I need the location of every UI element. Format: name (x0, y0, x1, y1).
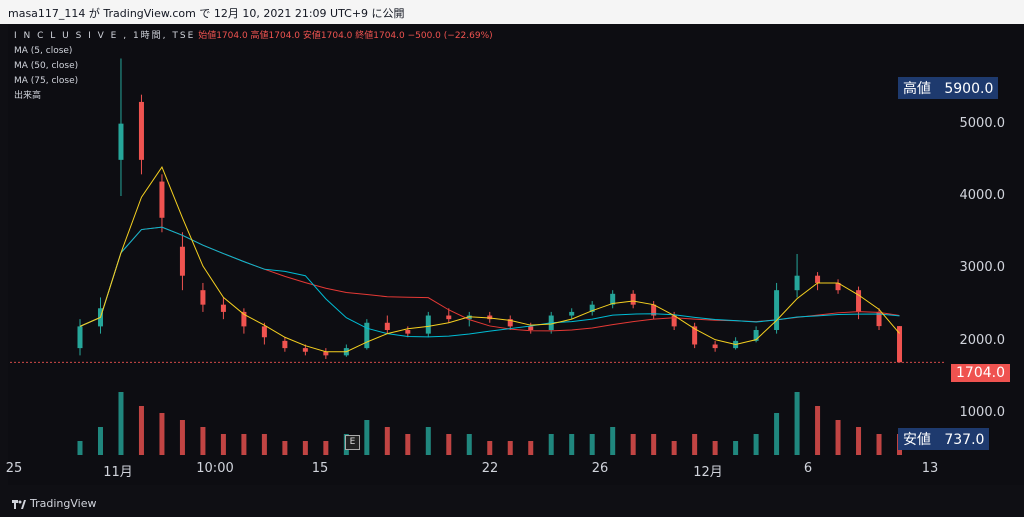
volume-bar (548, 434, 554, 455)
high-price-tag: 高値 5900.0 (898, 77, 999, 99)
high-label: 高値 (903, 81, 931, 97)
candle-body (712, 344, 718, 349)
legend-symbol-row[interactable]: I N C L U S I V E , 1時間, TSE 始値1704.0 高値… (14, 29, 493, 44)
time-label: 13 (921, 461, 939, 476)
volume-bar (692, 434, 698, 455)
volume-bar (200, 427, 206, 455)
candle-body (425, 315, 431, 334)
volume-bar (425, 427, 431, 455)
low-price-tag: 安値 737.0 (898, 428, 990, 450)
time-label: 6 (803, 461, 813, 476)
volume-bar (507, 441, 513, 455)
volume-bar (364, 420, 370, 455)
legend-volume[interactable]: 出来高 (14, 89, 493, 104)
price-tick: 3000.0 (959, 260, 1006, 276)
volume-bar (446, 434, 452, 455)
volume-bar (282, 441, 288, 455)
candle-body (815, 275, 821, 283)
candle-body (200, 290, 206, 305)
high-value: 5900.0 (944, 81, 994, 97)
volume-bar (712, 441, 718, 455)
candle-body (179, 246, 185, 276)
ohlc-values: 始値1704.0 高値1704.0 安値1704.0 終値1704.0 −500… (198, 31, 493, 41)
candle-body (528, 326, 534, 331)
volume-bar (589, 434, 595, 455)
volume-bar (487, 441, 493, 455)
time-label: 10:00 (196, 461, 234, 476)
candle-body (405, 330, 411, 334)
time-label: 25 (5, 461, 23, 476)
volume-bar (261, 434, 267, 455)
legend-ma50[interactable]: MA (50, close) (14, 59, 493, 74)
candle-body (77, 326, 83, 349)
volume-bar (671, 441, 677, 455)
candle-body (302, 348, 308, 352)
volume-bar (138, 406, 144, 455)
time-label: 22 (481, 461, 499, 476)
candle-body (794, 275, 800, 291)
price-tick: 2000.0 (959, 332, 1006, 348)
candle-body (282, 340, 288, 349)
volume-bar (528, 441, 534, 455)
time-label: 26 (591, 461, 609, 476)
candle-body (630, 293, 636, 305)
low-label: 安値 (903, 432, 931, 448)
volume-bar (159, 413, 165, 455)
time-label: 12月 (693, 465, 723, 480)
volume-bar (733, 441, 739, 455)
time-label: 15 (311, 461, 329, 476)
volume-bar (835, 420, 841, 455)
volume-bar (118, 392, 124, 455)
volume-bar (97, 427, 103, 455)
volume-bar (323, 441, 329, 455)
candle-body (364, 322, 370, 349)
logo-text: TradingView (30, 497, 97, 510)
earnings-event-icon[interactable]: E (345, 435, 360, 450)
volume-bar (610, 427, 616, 455)
candle-body (118, 123, 124, 160)
legend-ma5[interactable]: MA (5, close) (14, 44, 493, 59)
volume-bar (220, 434, 226, 455)
candle-body (384, 322, 390, 331)
legend-ma75[interactable]: MA (75, close) (14, 74, 493, 89)
chart-legend: I N C L U S I V E , 1時間, TSE 始値1704.0 高値… (14, 29, 493, 104)
candle-body (569, 311, 575, 316)
volume-bar (384, 427, 390, 455)
candle-body (261, 326, 267, 338)
candle-body (446, 315, 452, 320)
time-label: 11月 (103, 465, 133, 480)
candle-body (323, 351, 329, 356)
volume-bar (856, 427, 862, 455)
volume-bar (302, 441, 308, 455)
tradingview-logo-icon (12, 499, 26, 509)
price-tick: 1000.0 (959, 405, 1006, 421)
volume-bar (794, 392, 800, 455)
last-value: 1704.0 (956, 365, 1005, 381)
volume-bar (179, 420, 185, 455)
price-tick: 4000.0 (959, 188, 1006, 204)
volume-bar (753, 434, 759, 455)
candle-body (220, 304, 226, 312)
last-price-tag: 1704.0 (951, 364, 1010, 382)
volume-bar (774, 413, 780, 455)
volume-bar (569, 434, 575, 455)
candle-body (159, 181, 165, 218)
volume-bar (77, 441, 83, 455)
candle-body (774, 290, 780, 331)
volume-bar (405, 434, 411, 455)
price-tick: 5000.0 (959, 115, 1006, 131)
volume-bar (630, 434, 636, 455)
volume-bar (815, 406, 821, 455)
footer (0, 485, 1024, 517)
volume-bar (241, 434, 247, 455)
symbol-label: I N C L U S I V E , 1時間, TSE (14, 31, 196, 41)
tradingview-logo[interactable]: TradingView (12, 497, 96, 510)
volume-bar (876, 434, 882, 455)
low-value: 737.0 (944, 432, 985, 448)
volume-bar (651, 434, 657, 455)
candle-body (138, 101, 144, 160)
volume-bar (466, 434, 472, 455)
